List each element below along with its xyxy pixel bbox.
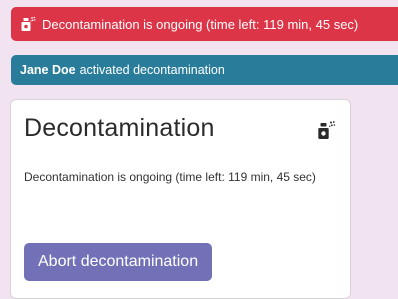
decontamination-card: Decontamination Decontamination is ongoi…: [10, 99, 351, 299]
card-title: Decontamination: [24, 114, 215, 142]
activity-banner: Jane Doe activated decontamination: [11, 55, 398, 85]
abort-decontamination-button[interactable]: Abort decontamination: [24, 243, 213, 281]
decontamination-status-text: Decontamination is ongoing (time left: 1…: [24, 170, 316, 184]
activity-user: Jane Doe: [20, 63, 76, 77]
activity-action: activated decontamination: [79, 63, 225, 77]
spray-bottle-icon: [20, 16, 36, 32]
decontamination-alert-banner: Decontamination is ongoing (time left: 1…: [11, 7, 398, 41]
alert-text: Decontamination is ongoing (time left: 1…: [42, 16, 359, 32]
spray-bottle-icon: [316, 120, 336, 140]
